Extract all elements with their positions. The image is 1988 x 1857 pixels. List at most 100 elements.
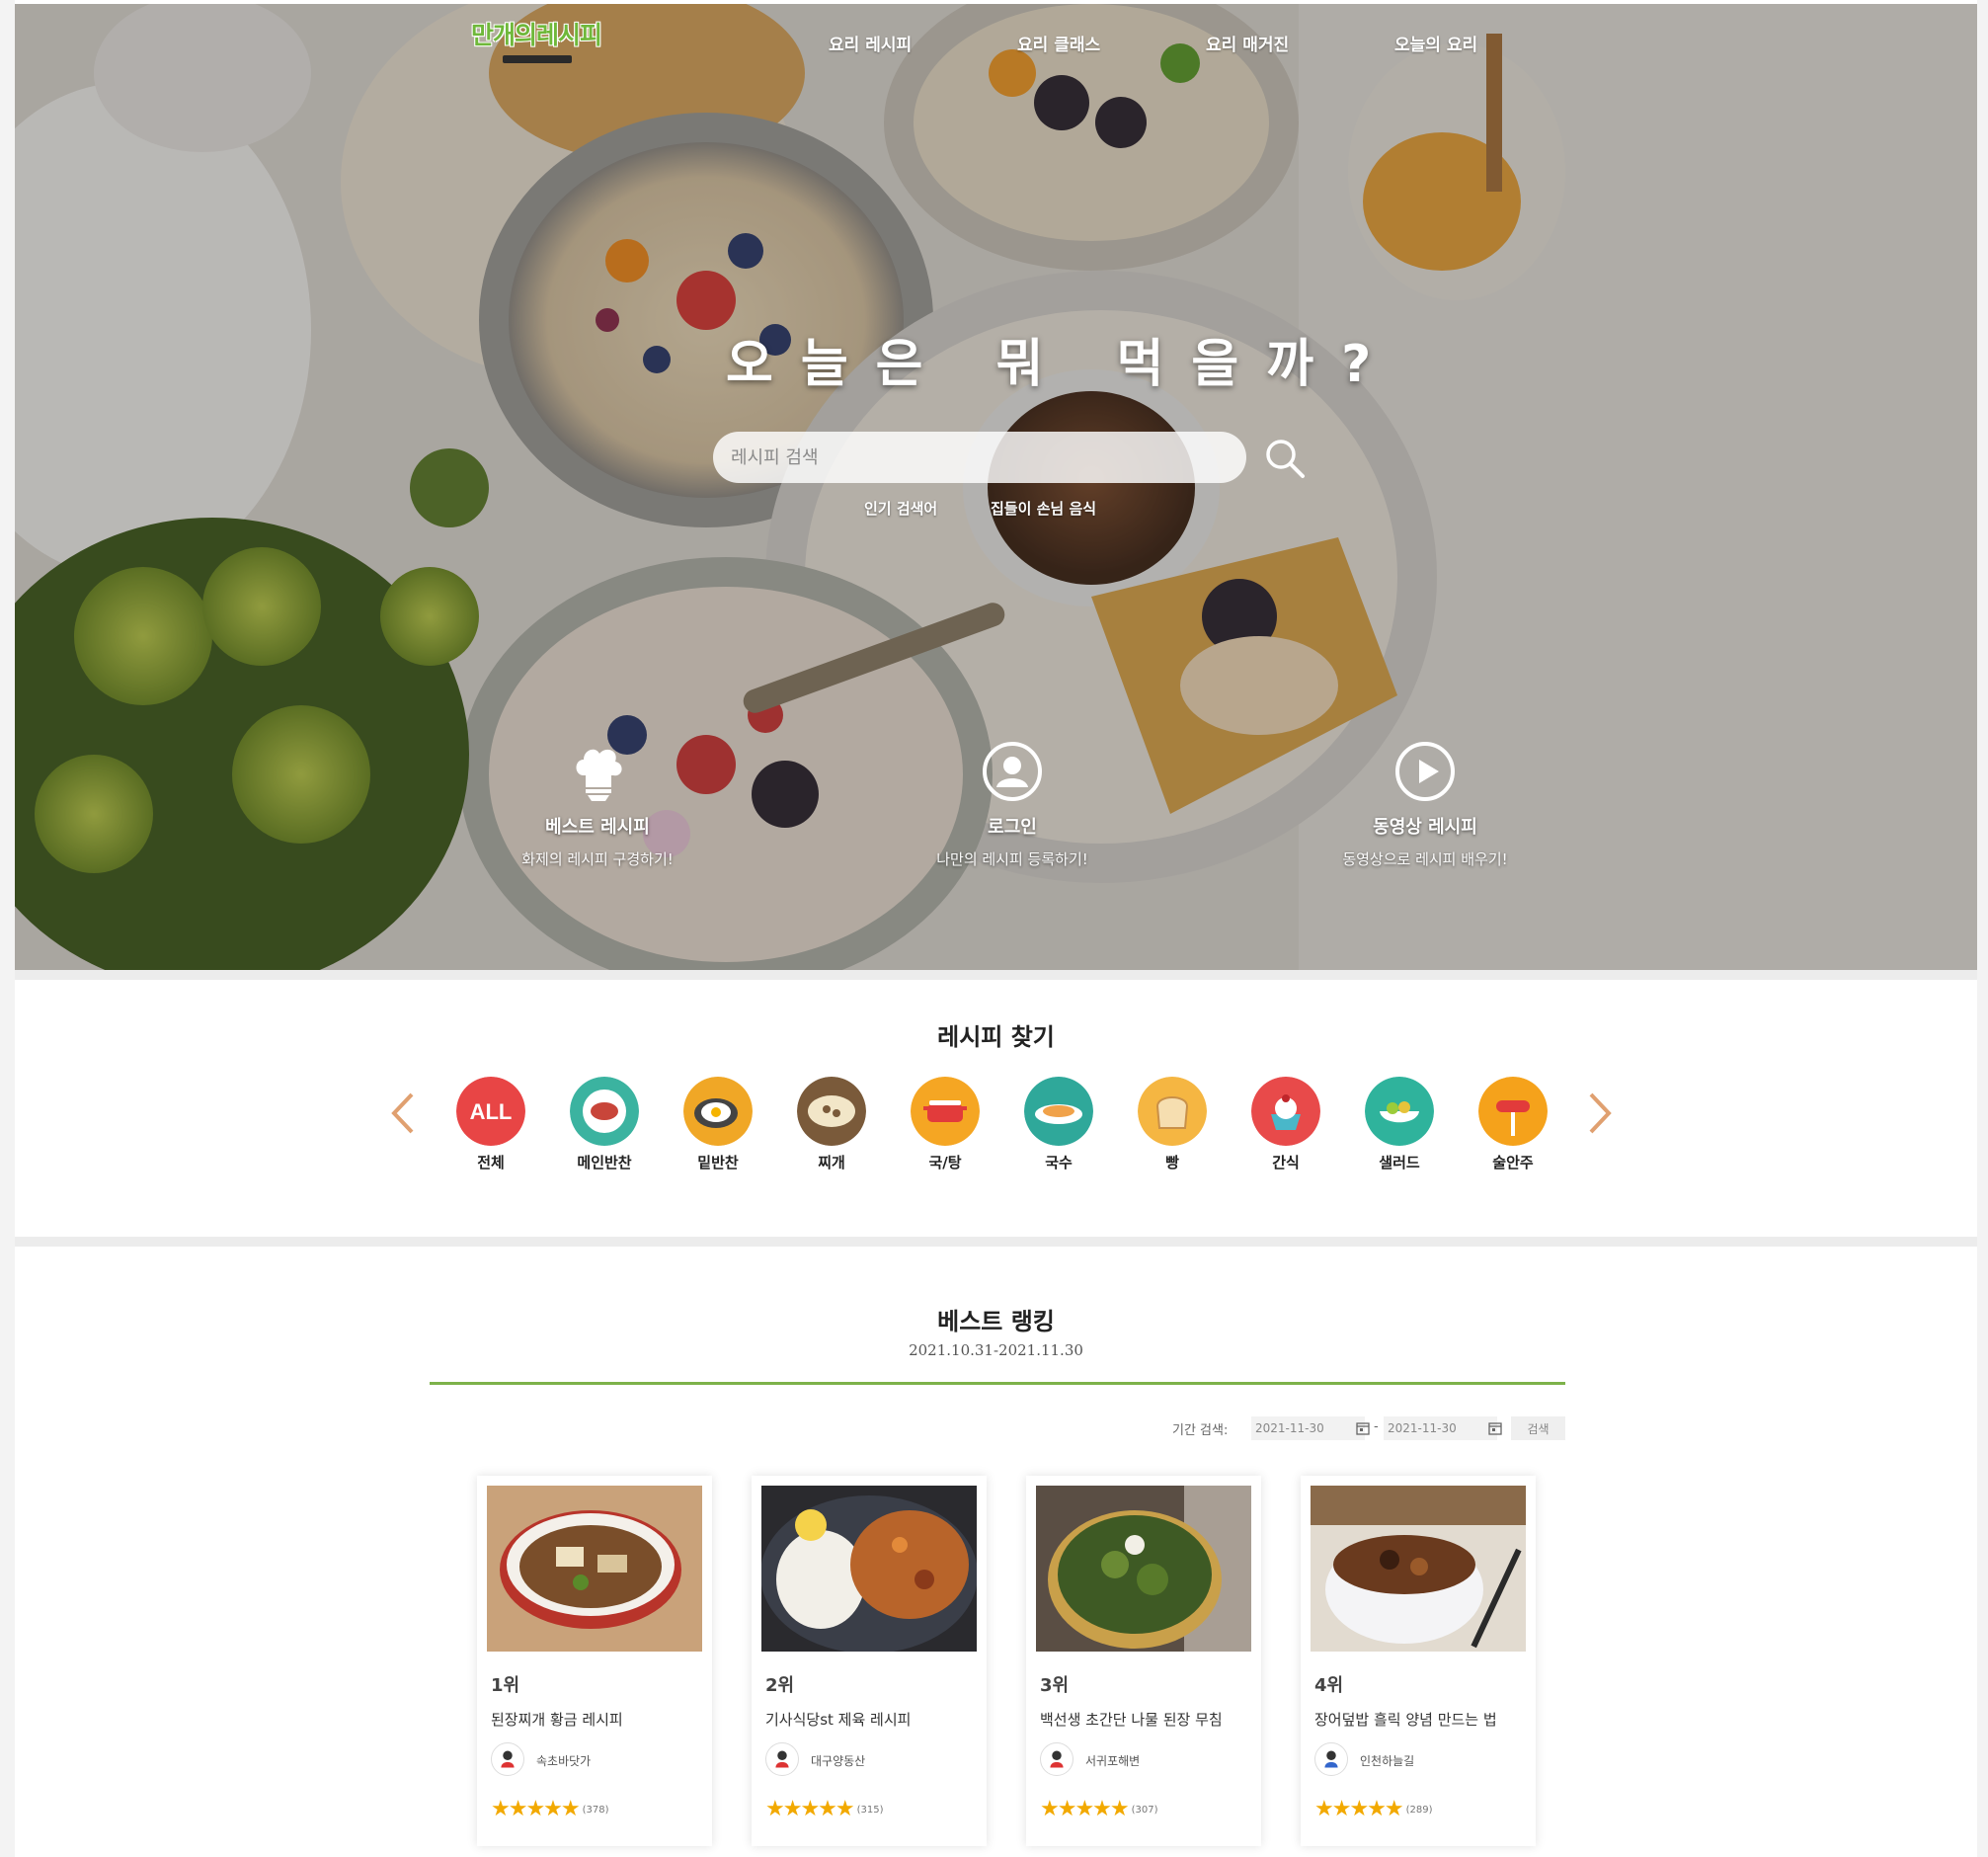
recipe-author: 대구양동산 [811, 1754, 866, 1768]
category-main-dish[interactable]: 메인반찬 [560, 1077, 649, 1172]
category-label: 빵 [1165, 1154, 1179, 1171]
rating-stars: ★★★★★ (289) [1314, 1797, 1433, 1821]
hero-title: 오늘은 뭐 먹을까? [726, 335, 1399, 394]
period-search-button[interactable]: 검색 [1511, 1416, 1565, 1440]
quick-link-video-desc: 동영상으로 레시피 배우기! [1342, 850, 1508, 868]
author-avatar [491, 1742, 524, 1776]
nav-today[interactable]: 오늘의 요리 [1394, 31, 1477, 55]
page: 만개의레시피 요리 레시피 요리 클래스 요리 매거진 오늘의 요리 오늘은 뭐… [15, 0, 1977, 1857]
bread-icon [1138, 1077, 1207, 1146]
nav-recipes[interactable]: 요리 레시피 [829, 31, 912, 55]
date-to-input[interactable] [1384, 1416, 1497, 1440]
recipe-card[interactable]: 2위 기사식당st 제육 레시피 대구양동산 ★★★★★ (315) [752, 1476, 987, 1846]
star-icon: ★★★★★ [1314, 1797, 1404, 1821]
recipe-thumbnail [487, 1486, 702, 1652]
category-label: 메인반찬 [577, 1154, 632, 1171]
stew-pot-icon [797, 1077, 866, 1146]
recipe-thumbnail [761, 1486, 977, 1652]
review-count: (378) [582, 1805, 609, 1816]
date-range-dash: - [1374, 1419, 1379, 1434]
chevron-left-icon[interactable] [388, 1089, 418, 1138]
rating-stars: ★★★★★ (315) [765, 1797, 884, 1821]
category-label: 찌개 [818, 1154, 845, 1171]
recipe-thumbnail [1036, 1486, 1251, 1652]
search-input[interactable] [713, 432, 1246, 483]
popular-keyword[interactable]: 집들이 손님 음식 [991, 498, 1096, 519]
dessert-icon [1251, 1077, 1320, 1146]
category-bread[interactable]: 빵 [1128, 1077, 1217, 1172]
review-count: (307) [1131, 1805, 1158, 1816]
recipe-rank: 2위 [765, 1675, 795, 1696]
ranking-section: 베스트 랭킹 2021.10.31-2021.11.30 기간 검색: - 검색 [15, 1247, 1977, 1857]
soup-pot-icon [911, 1077, 980, 1146]
recipe-rank: 4위 [1314, 1675, 1344, 1696]
quick-link-best-title: 베스트 레시피 [545, 817, 650, 838]
fried-egg-icon [683, 1077, 753, 1146]
recipe-title: 장어덮밥 흘릭 양념 만드는 법 [1314, 1711, 1497, 1729]
category-label: 술안주 [1492, 1154, 1534, 1171]
quick-link-best-desc: 화제의 레시피 구경하기! [521, 850, 674, 868]
author-avatar [1314, 1742, 1348, 1776]
period-search-label: 기간 검색: [1172, 1423, 1229, 1438]
noodle-icon [1024, 1077, 1093, 1146]
meat-plate-icon [570, 1077, 639, 1146]
all-badge-text: ALL [470, 1099, 513, 1124]
salad-icon [1365, 1077, 1434, 1146]
recipe-author: 인천하늘길 [1360, 1754, 1415, 1768]
author-avatar [765, 1742, 799, 1776]
quick-link-login-desc: 나만의 레시피 등록하기! [936, 850, 1088, 868]
main-nav: 요리 레시피 요리 클래스 요리 매거진 오늘의 요리 [15, 31, 1977, 60]
nav-classes[interactable]: 요리 클래스 [1017, 31, 1100, 55]
recipe-card[interactable]: 4위 장어덮밥 흘릭 양념 만드는 법 인천하늘길 ★★★★★ (289) [1301, 1476, 1536, 1846]
category-all[interactable]: ALL 전체 [446, 1077, 535, 1172]
quick-link-login-title: 로그인 [988, 817, 1037, 838]
user-circle-icon [983, 742, 1042, 801]
sausage-skewer-icon [1478, 1077, 1548, 1146]
category-label: 전체 [477, 1154, 505, 1171]
popular-label: 인기 검색어 [864, 500, 938, 518]
category-snack[interactable]: 간식 [1241, 1077, 1330, 1172]
rating-stars: ★★★★★ (378) [491, 1797, 609, 1821]
quick-link-login[interactable]: 로그인 나만의 레시피 등록하기! [864, 740, 1160, 869]
quick-link-best[interactable]: 베스트 레시피 화제의 레시피 구경하기! [449, 740, 746, 869]
recipe-title: 기사식당st 제육 레시피 [765, 1711, 912, 1729]
play-circle-icon [1395, 742, 1455, 801]
category-noodle[interactable]: 국수 [1014, 1077, 1103, 1172]
category-bar-snack[interactable]: 술안주 [1469, 1077, 1557, 1172]
recipe-title: 백선생 초간단 나물 된장 무침 [1040, 1711, 1223, 1729]
star-icon: ★★★★★ [1040, 1797, 1130, 1821]
section-divider [15, 970, 1977, 980]
recipe-title: 된장찌개 황금 레시피 [491, 1711, 623, 1729]
recipe-author: 서귀포해변 [1085, 1754, 1141, 1768]
ranking-accent-line [430, 1382, 1565, 1385]
recipe-thumbnail [1311, 1486, 1526, 1652]
category-side-dish[interactable]: 밑반찬 [674, 1077, 762, 1172]
category-label: 간식 [1272, 1154, 1300, 1171]
category-stew[interactable]: 찌개 [787, 1077, 876, 1172]
category-soup[interactable]: 국/탕 [901, 1077, 990, 1172]
star-icon: ★★★★★ [765, 1797, 855, 1821]
date-from-input[interactable] [1251, 1416, 1365, 1440]
period-search: 기간 검색: - 검색 [1160, 1416, 1575, 1440]
recipe-rank: 1위 [491, 1675, 520, 1696]
recipe-card[interactable]: 1위 된장찌개 황금 레시피 속초바닷가 ★★★★★ (378) [477, 1476, 712, 1846]
category-salad[interactable]: 샐러드 [1355, 1077, 1444, 1172]
chevron-right-icon[interactable] [1585, 1089, 1615, 1138]
hero-banner: 만개의레시피 요리 레시피 요리 클래스 요리 매거진 오늘의 요리 오늘은 뭐… [15, 4, 1977, 970]
nav-magazine[interactable]: 요리 매거진 [1206, 31, 1289, 55]
star-icon: ★★★★★ [491, 1797, 581, 1821]
calendar-icon[interactable] [1488, 1421, 1502, 1435]
search-icon[interactable] [1261, 435, 1309, 482]
ranking-period: 2021.10.31-2021.11.30 [909, 1341, 1083, 1359]
quick-link-video[interactable]: 동영상 레시피 동영상으로 레시피 배우기! [1277, 740, 1573, 869]
all-icon: ALL [456, 1077, 525, 1146]
category-label: 밑반찬 [697, 1154, 739, 1171]
rating-stars: ★★★★★ (307) [1040, 1797, 1158, 1821]
review-count: (315) [856, 1805, 884, 1816]
calendar-icon[interactable] [1356, 1421, 1370, 1435]
chef-hat-icon [576, 749, 622, 801]
author-avatar [1040, 1742, 1074, 1776]
recipe-card[interactable]: 3위 백선생 초간단 나물 된장 무침 서귀포해변 ★★★★★ (307) [1026, 1476, 1261, 1846]
category-section: 레시피 찾기 ALL 전체 메인반찬 밑반찬 찌개 국/탕 국수 빵 간식 샐러… [15, 980, 1977, 1235]
category-label: 국/탕 [928, 1154, 962, 1171]
